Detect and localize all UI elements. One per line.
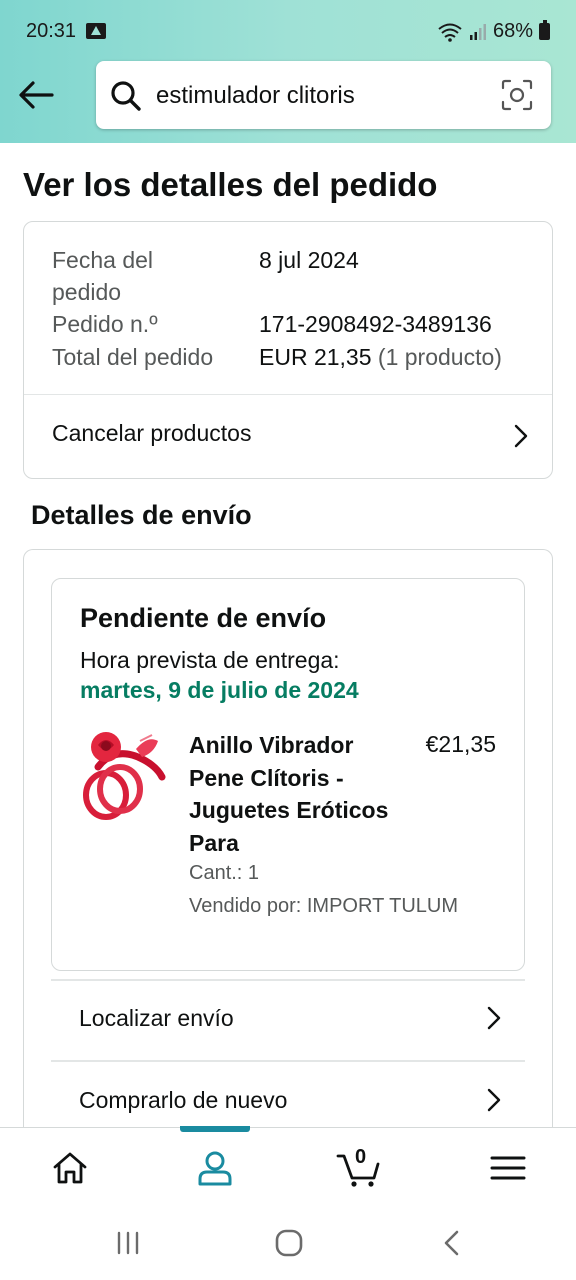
active-tab-indicator — [180, 1126, 250, 1132]
product-title-line: Para — [189, 829, 239, 856]
home-button-icon[interactable] — [274, 1228, 304, 1258]
eta-label: Hora prevista de entrega: — [80, 647, 340, 673]
order-total-value: EUR 21,35 (1 producto) — [259, 344, 502, 370]
chevron-right-icon — [487, 1088, 501, 1112]
shipping-section-title: Detalles de envío — [31, 500, 252, 530]
search-input[interactable]: estimulador clitoris — [156, 82, 355, 110]
product-image[interactable] — [78, 727, 168, 822]
search-icon — [111, 81, 141, 111]
buy-again-label: Comprarlo de nuevo — [79, 1087, 288, 1113]
product-title-line: Pene Clítoris - — [189, 764, 344, 791]
signal-icon — [469, 23, 486, 40]
chevron-right-icon — [487, 1006, 501, 1030]
chevron-right-icon — [514, 424, 528, 448]
product-title-line: Juguetes Eróticos — [189, 797, 389, 823]
notification-icon — [86, 23, 106, 39]
top-header: 20:31 68% estimulador clitoris — [0, 0, 576, 143]
product-price: €21,35 — [425, 731, 496, 757]
order-total-label: Total del pedido — [52, 344, 214, 370]
cart-count: 0 — [355, 1146, 367, 1168]
system-nav-bar — [0, 1204, 576, 1280]
account-icon[interactable] — [195, 1148, 235, 1188]
order-number-label: Pedido n.º — [52, 311, 158, 337]
search-bar[interactable]: estimulador clitoris — [96, 61, 551, 129]
order-date-label-line2: pedido — [52, 279, 122, 305]
page-title: Ver los detalles del pedido — [23, 166, 438, 203]
cancel-products-label: Cancelar productos — [52, 420, 252, 446]
product-title-link[interactable]: Anillo Vibrador Pene Clítoris - Juguetes… — [189, 729, 409, 859]
product-title-line: Anillo Vibrador — [189, 732, 354, 758]
order-date-label: Fecha del — [52, 247, 154, 273]
order-summary-card: Fecha del pedido 8 jul 2024 Pedido n.º 1… — [23, 221, 553, 479]
camera-scan-icon[interactable] — [501, 79, 533, 111]
track-shipment-label: Localizar envío — [79, 1005, 234, 1031]
product-seller: Vendido por: IMPORT TULUM — [189, 895, 459, 917]
shipment-card: Pendiente de envío Hora prevista de entr… — [51, 578, 525, 971]
battery-percent: 68% — [492, 20, 533, 42]
order-number-value: 171-2908492-3489136 — [259, 311, 492, 337]
status-time: 20:31 — [26, 20, 77, 42]
product-quantity: Cant.: 1 — [189, 862, 260, 884]
system-back-icon[interactable] — [437, 1228, 467, 1258]
home-icon[interactable] — [50, 1148, 90, 1188]
status-indicators: 68% — [437, 20, 550, 43]
recent-apps-icon[interactable] — [113, 1228, 143, 1258]
cancel-products-link[interactable]: Cancelar productos — [24, 395, 552, 479]
bottom-nav: 0 — [0, 1126, 576, 1204]
back-arrow-icon[interactable] — [18, 78, 54, 112]
buy-again-link[interactable]: Comprarlo de nuevo — [51, 1062, 525, 1126]
order-date-value: 8 jul 2024 — [259, 247, 359, 273]
shipment-status: Pendiente de envío — [80, 603, 327, 633]
track-shipment-link[interactable]: Localizar envío — [51, 981, 525, 1061]
wifi-icon — [438, 23, 462, 42]
menu-icon[interactable] — [488, 1148, 528, 1188]
eta-date: martes, 9 de julio de 2024 — [80, 677, 359, 703]
battery-icon — [539, 20, 550, 40]
